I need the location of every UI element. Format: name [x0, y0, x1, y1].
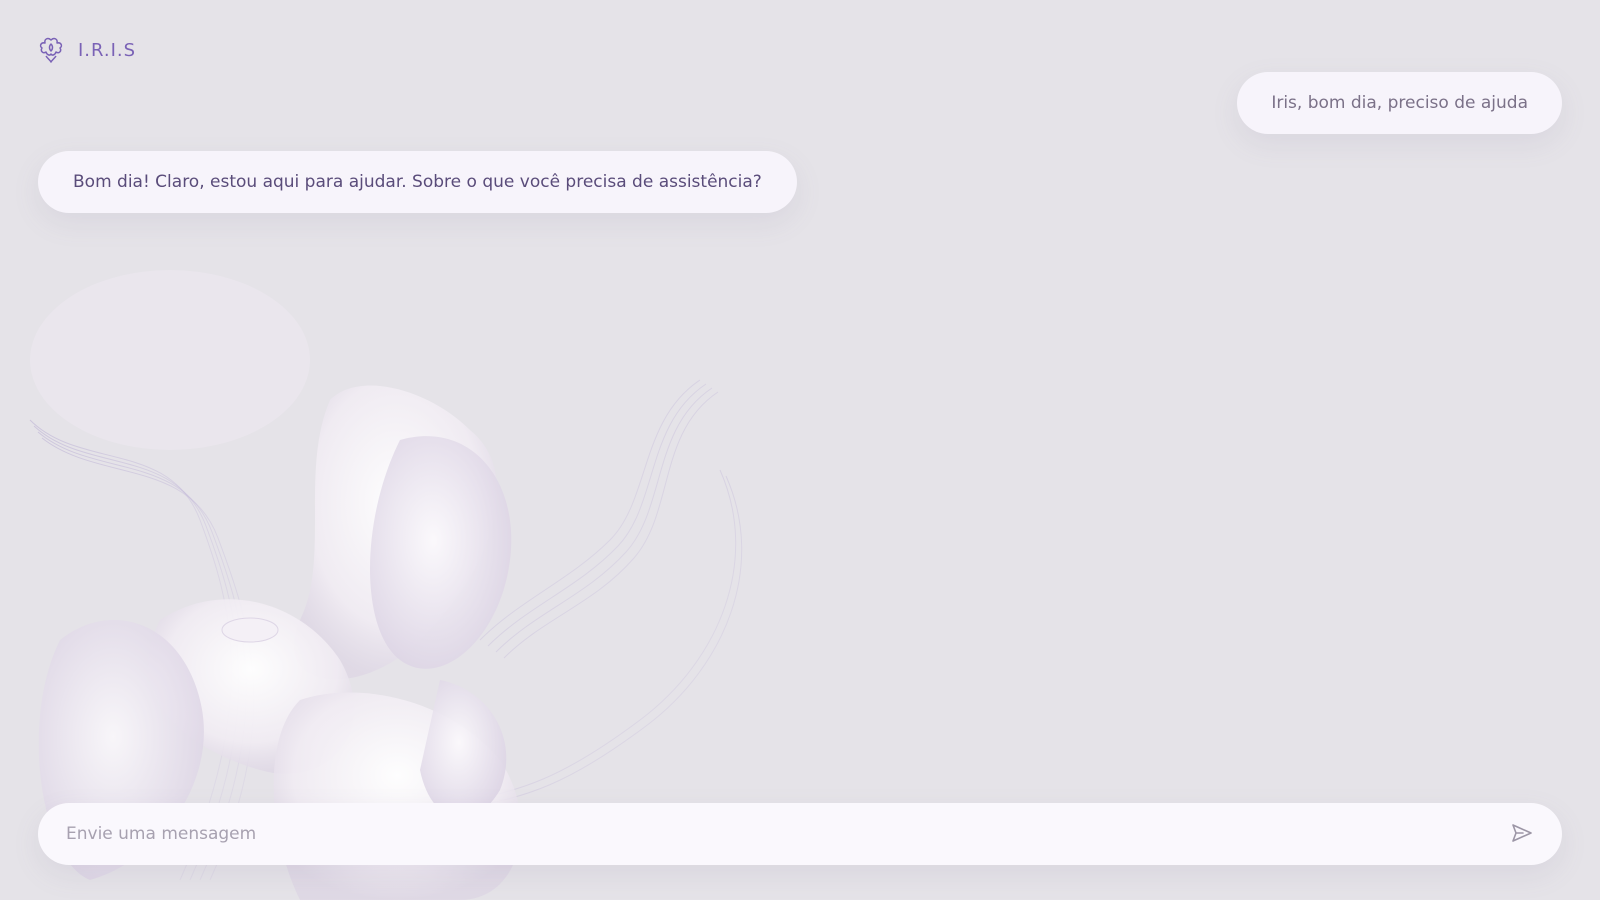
- assistant-message-text: Bom dia! Claro, estou aqui para ajudar. …: [73, 172, 762, 192]
- user-message-bubble: Iris, bom dia, preciso de ajuda: [1237, 72, 1562, 134]
- app-title: I.R.I.S: [78, 39, 137, 61]
- iris-flower-background-image: [29, 270, 743, 900]
- send-icon: [1510, 821, 1534, 848]
- send-button[interactable]: [1504, 816, 1540, 852]
- app-brand: I.R.I.S: [38, 36, 136, 64]
- flower-icon: [38, 36, 64, 64]
- chat-page: I.R.I.S Iris, bom dia, preciso de ajuda …: [0, 0, 1600, 900]
- user-message-text: Iris, bom dia, preciso de ajuda: [1271, 93, 1528, 113]
- message-composer: [38, 803, 1562, 865]
- message-input[interactable]: [66, 824, 1504, 844]
- assistant-message-bubble: Bom dia! Claro, estou aqui para ajudar. …: [38, 151, 797, 213]
